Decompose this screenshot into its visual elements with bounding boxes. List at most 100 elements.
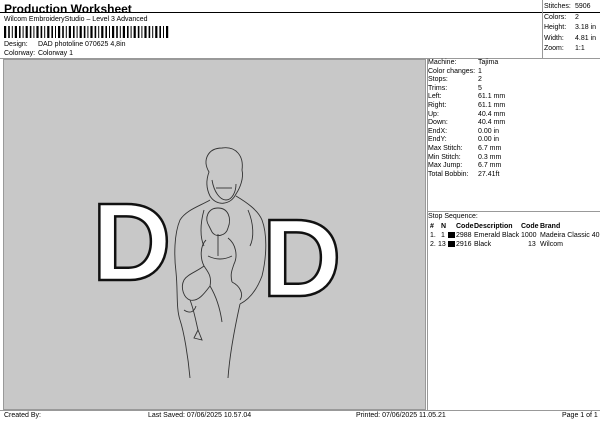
stat-value: 1:1 [575, 45, 585, 52]
divider [0, 12, 600, 13]
thread-description: Black [474, 241, 492, 248]
machine-label: Right: [428, 101, 447, 109]
machine-label: Color changes: [428, 67, 476, 75]
stat-label: Height: [544, 24, 567, 31]
machine-row: Up: 40.4 mm [428, 111, 600, 120]
machine-row: Down: 40.4 mm [428, 119, 600, 128]
column-header: # [430, 223, 434, 230]
machine-row: Max Stitch: 6.7 mm [428, 145, 600, 154]
stop-sequence-table: # N Code Description Code Brand 1. 1 298… [428, 222, 600, 249]
machine-value: 40.4 mm [478, 110, 506, 118]
stat-label: Width: [544, 34, 564, 42]
table-row[interactable]: 1. 1 2988 Emerald Black 1000 Madeira Cla… [428, 231, 600, 240]
brand-code: 1000 [521, 232, 537, 239]
stat-label: Zoom: [544, 45, 564, 52]
machine-value: 6.7 mm [478, 144, 502, 152]
machine-row: Trims: 5 [428, 85, 600, 94]
thread-code: 2916 [456, 241, 472, 248]
machine-value: 61.1 mm [478, 93, 506, 101]
column-header: Code [521, 223, 539, 230]
machine-value: 0.00 in [478, 127, 500, 135]
machine-row: EndX: 0.00 in [428, 128, 600, 137]
machine-value: 0.00 in [478, 136, 500, 144]
machine-value: 1 [478, 67, 482, 75]
machine-label: Total Bobbin: [428, 170, 469, 178]
machine-value: 27.41ft [478, 170, 500, 178]
column-header: Brand [540, 223, 561, 230]
design-artwork: D D [91, 147, 343, 379]
stats-panel: Stitches: 5906 Colors: 2 Height: 3.18 in Wi… [544, 2, 600, 55]
thread-description: Emerald Black [474, 232, 520, 239]
footer-created-by: Created By: [4, 412, 41, 419]
page-title: Production Worksheet [4, 2, 132, 16]
machine-value: 0.3 mm [478, 153, 502, 161]
stat-label: Colors: [544, 13, 567, 21]
colorway-row: Colorway: Colorway 1 [4, 50, 73, 57]
footer-last-saved: Last Saved: 07/06/2025 10.57.04 [148, 412, 252, 419]
row-number: 1. [430, 232, 436, 239]
machine-panel: Machine: Tajima Color changes: 1 Stops: 2 T… [428, 59, 600, 179]
stop-sequence-title: Stop Sequence: [428, 213, 478, 220]
divider [427, 59, 428, 410]
machine-label: Max Jump: [428, 162, 463, 170]
row-number: 2. [430, 241, 436, 248]
color-swatch [448, 232, 455, 238]
machine-row: Color changes: 1 [428, 68, 600, 77]
row-n: 13 [438, 241, 446, 248]
color-swatch [448, 241, 455, 247]
stop-sequence-header: # N Code Description Code Brand [428, 222, 600, 231]
machine-label: Down: [428, 119, 448, 127]
design-label: Design: [4, 41, 28, 48]
divider [0, 410, 600, 411]
brand-code: 13 [528, 241, 536, 248]
machine-label: EndY: [428, 136, 447, 144]
machine-row: Min Stitch: 0.3 mm [428, 154, 600, 163]
software-subtitle: Wilcom EmbroideryStudio – Level 3 Advanc… [4, 16, 148, 23]
stats-row: Width: 4.81 in [544, 34, 600, 45]
letter-d-left: D [92, 181, 171, 304]
machine-label: EndX: [428, 127, 448, 135]
machine-value: 40.4 mm [478, 119, 506, 127]
stat-value: 4.81 in [575, 34, 597, 42]
machine-row: Total Bobbin: 27.41ft [428, 171, 600, 180]
design-preview[interactable]: D D [3, 59, 426, 410]
machine-label: Left: [428, 93, 442, 101]
stat-value: 5906 [575, 3, 591, 10]
table-row[interactable]: 2. 13 2916 Black 13 Wilcom [428, 240, 600, 249]
colorway-value: Colorway 1 [37, 50, 73, 57]
machine-value: 6.7 mm [478, 162, 502, 170]
machine-label: Machine: [428, 59, 457, 66]
machine-value: 5 [478, 84, 482, 92]
machine-row: Stops: 2 [428, 76, 600, 85]
footer-page: Page 1 of 1 [562, 412, 598, 419]
column-header: Description [474, 223, 513, 230]
machine-label: Min Stitch: [428, 153, 461, 161]
thread-brand: Madeira Classic 40 [540, 232, 600, 239]
machine-row: EndY: 0.00 in [428, 136, 600, 145]
barcode [4, 26, 169, 38]
divider [428, 211, 600, 212]
stats-row: Height: 3.18 in [544, 23, 600, 34]
stat-label: Stitches: [544, 3, 571, 10]
machine-value: Tajima [478, 59, 499, 66]
stats-row: Zoom: 1:1 [544, 44, 600, 55]
thread-code: 2988 [456, 232, 472, 239]
father-child-figure [174, 147, 267, 379]
machine-row: Right: 61.1 mm [428, 102, 600, 111]
colorway-label: Colorway: [4, 50, 36, 57]
machine-row: Left: 61.1 mm [428, 93, 600, 102]
machine-label: Stops: [428, 76, 448, 84]
stat-value: 3.18 in [575, 24, 597, 31]
stats-row: Colors: 2 [544, 13, 600, 24]
machine-value: 61.1 mm [478, 101, 506, 109]
column-header: Code [456, 223, 474, 230]
stats-row: Stitches: 5906 [544, 2, 600, 13]
footer-printed: Printed: 07/06/2025 11.05.21 [356, 412, 446, 419]
machine-value: 2 [478, 76, 482, 84]
machine-label: Max Stitch: [428, 144, 463, 152]
divider [542, 0, 543, 58]
machine-label: Up: [428, 110, 439, 118]
machine-label: Trims: [428, 84, 448, 92]
design-row: Design: DAD photoline 070625 4,8in [4, 41, 126, 48]
design-value: DAD photoline 070625 4,8in [37, 41, 126, 48]
